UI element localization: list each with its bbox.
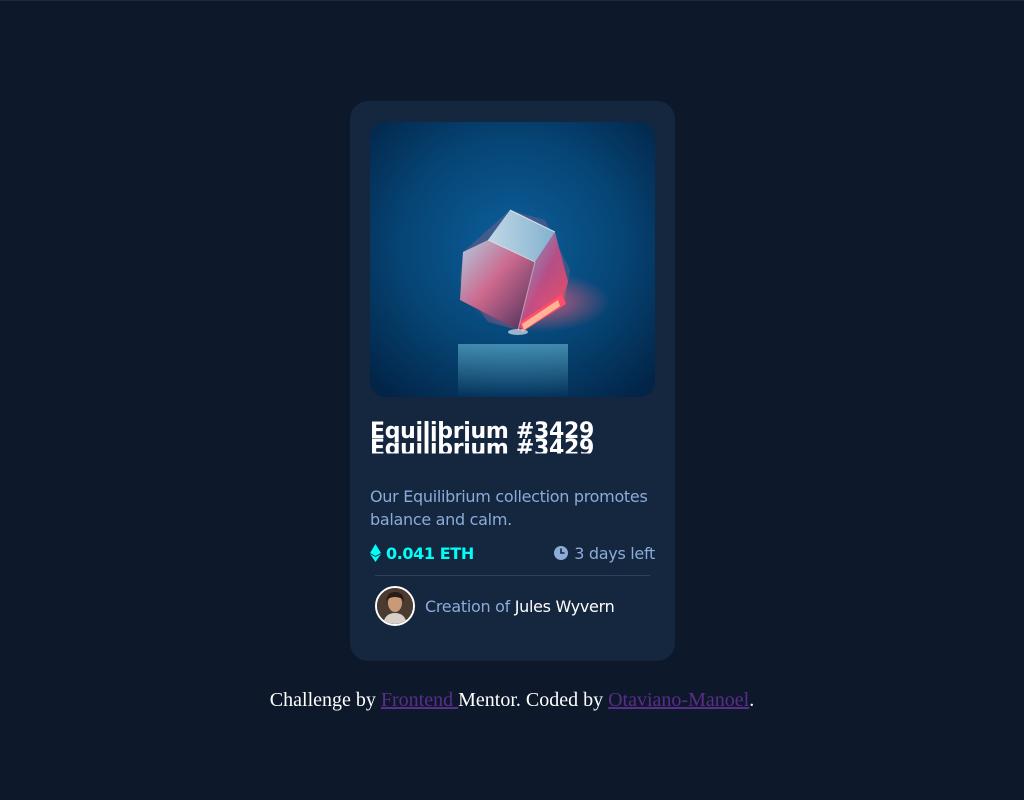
nft-image[interactable] [370,122,655,397]
nft-title[interactable]: Equilibrium #3429 Equilibrium #3429 [370,419,655,465]
creator-prefix: Creation of [425,596,510,616]
nft-description: Our Equilibrium collection promotes bala… [370,487,648,529]
window-top-border [0,0,1024,1]
time-left-value: 3 days left [574,543,655,563]
footer-suffix: . [749,689,755,711]
creator-avatar [375,586,415,626]
equilibrium-cube-image [370,122,655,397]
card-divider [375,575,650,576]
author-link[interactable]: Otaviano-Manoel [608,689,749,711]
nft-title-text-duplicate: Equilibrium #3429 [370,436,595,461]
clock-icon [554,546,569,560]
footer-prefix: Challenge by [269,689,376,711]
ethereum-icon [370,544,381,562]
time-left: 3 days left [554,542,655,564]
attribution-footer: Challenge by Frontend Mentor. Coded by O… [0,689,1024,712]
creator-row: Creation of Jules Wyvern [375,586,615,626]
nft-card: Equilibrium #3429 Equilibrium #3429 Our … [350,101,675,661]
nft-price: 0.041 ETH [370,542,474,564]
frontend-mentor-link[interactable]: Frontend [381,689,458,711]
creator-name-link[interactable]: Jules Wyvern [515,597,615,616]
footer-middle: Mentor. Coded by [458,689,604,711]
price-value: 0.041 ETH [386,543,474,563]
